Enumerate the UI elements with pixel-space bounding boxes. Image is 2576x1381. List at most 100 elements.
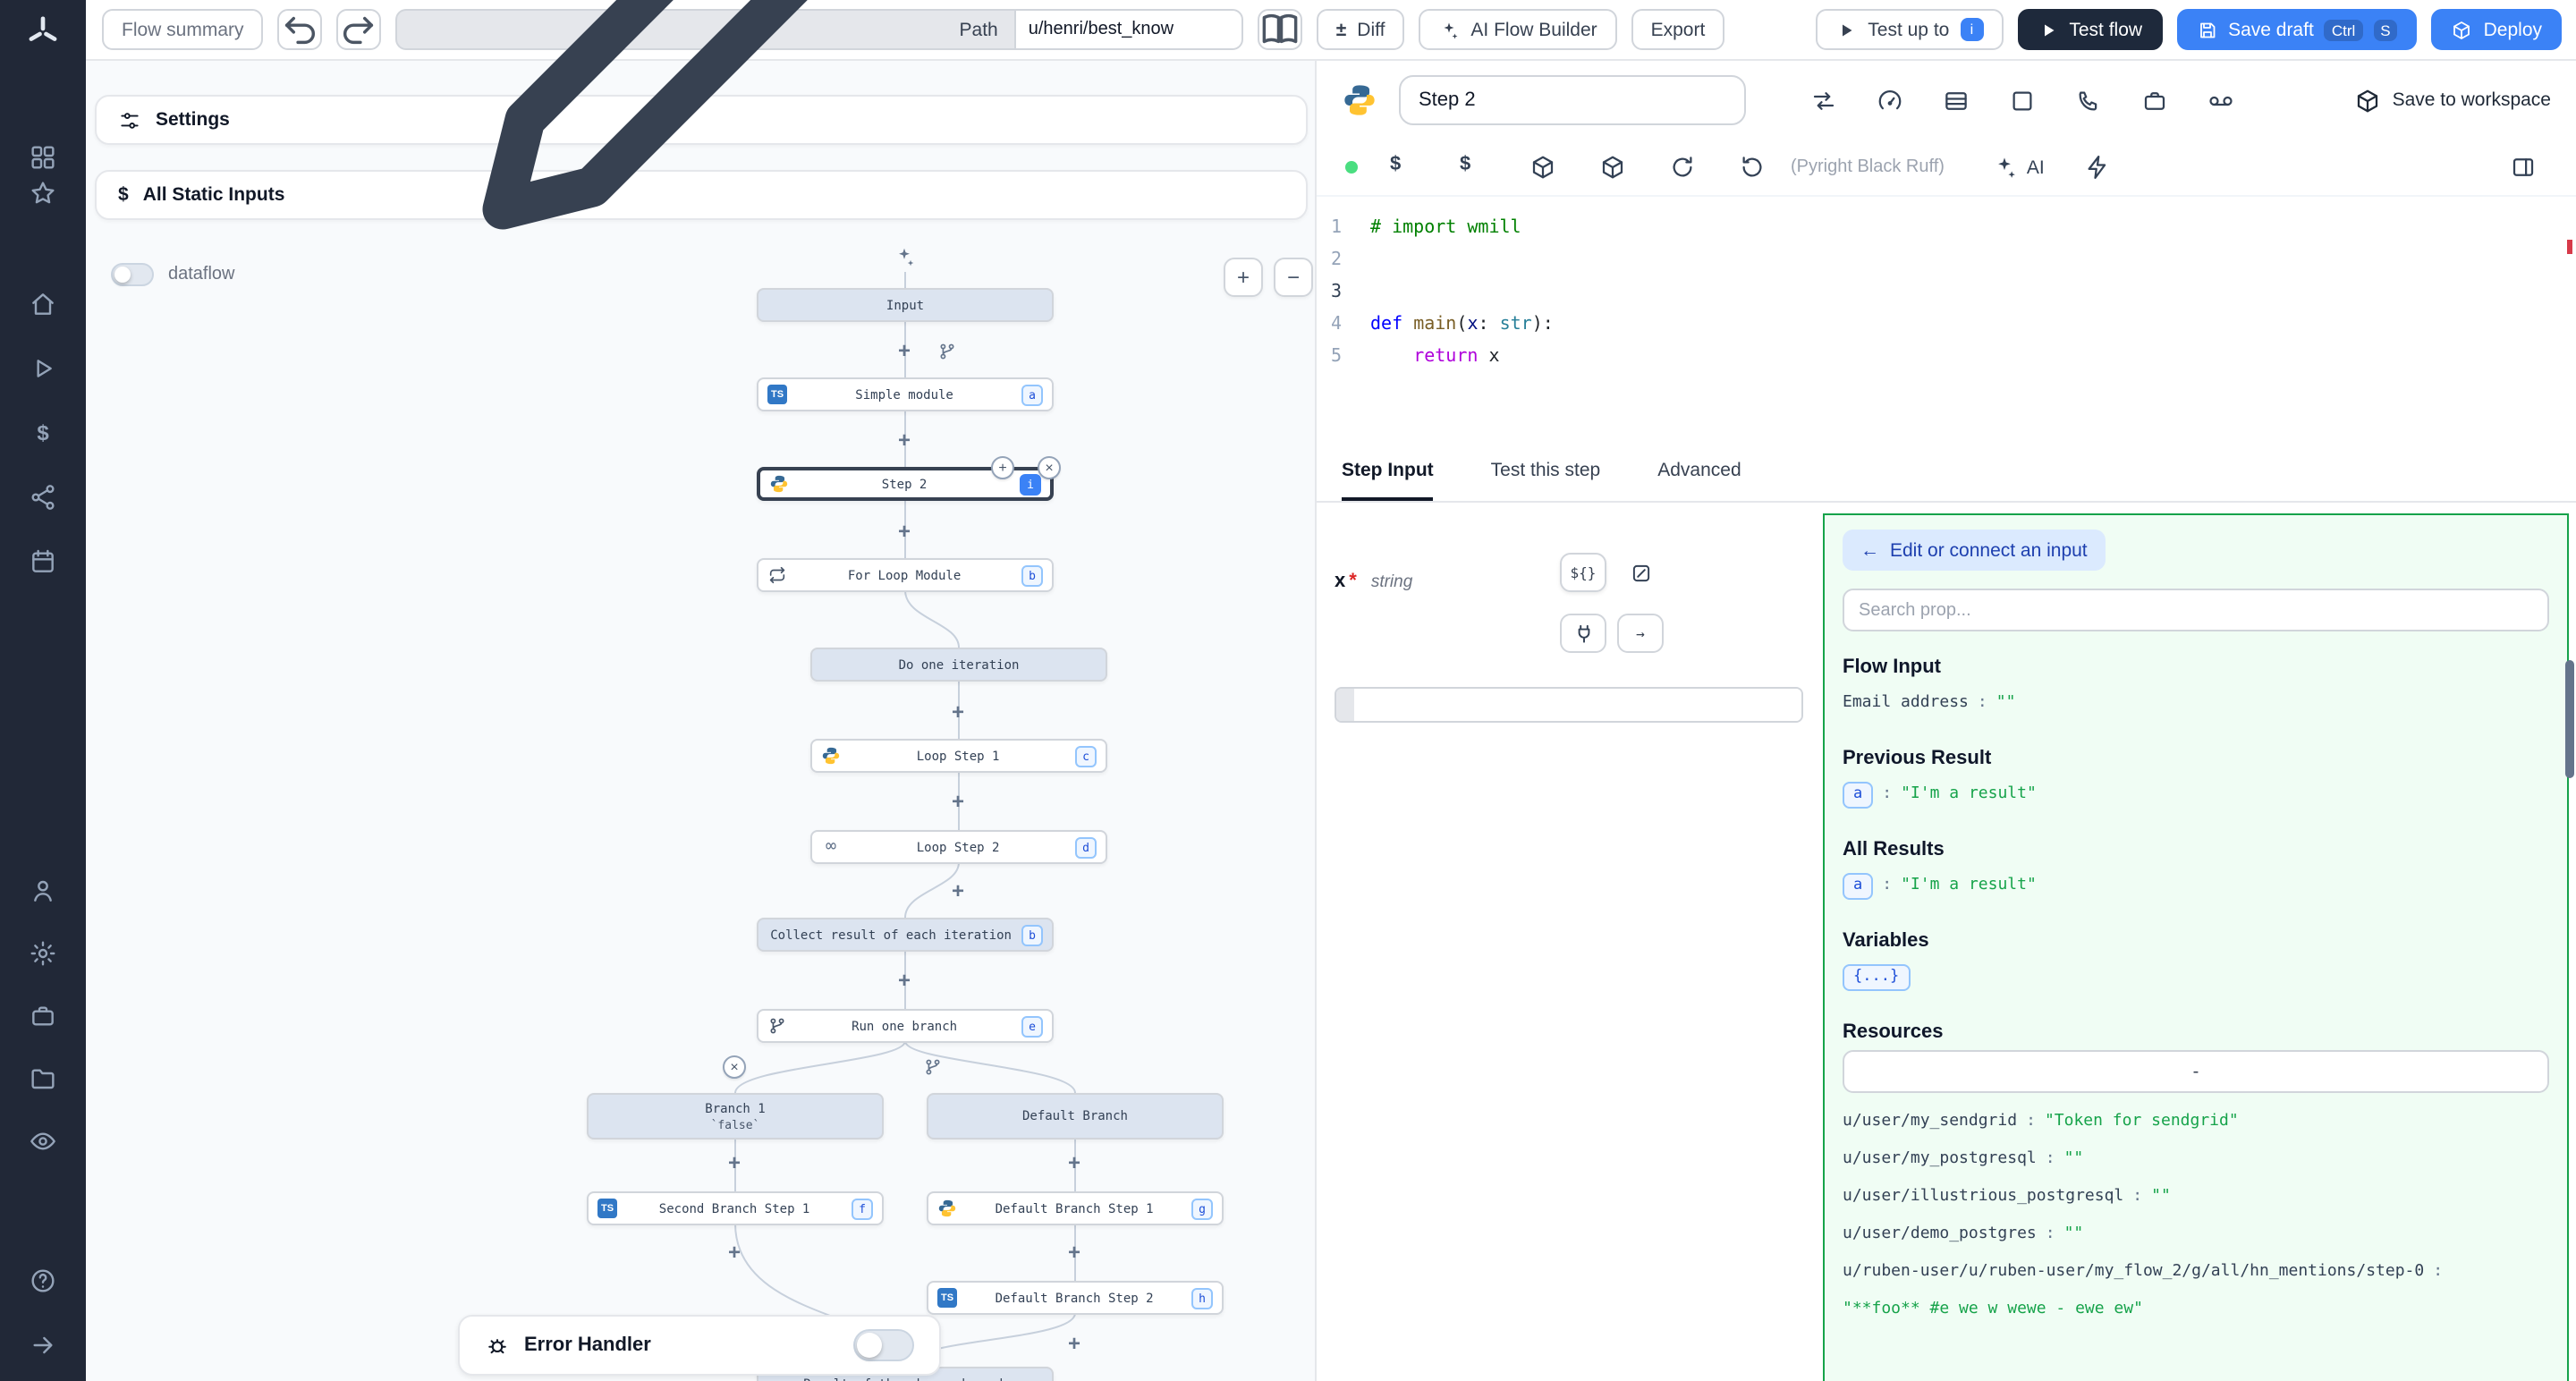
connect-prop-row[interactable]: u/user/my_sendgrid:"Token for sendgrid" bbox=[1843, 1104, 2549, 1141]
node-branch-1[interactable]: Branch 1 `false` bbox=[587, 1093, 884, 1140]
arrow-right-button[interactable]: → bbox=[1617, 614, 1664, 653]
dataflow-toggle[interactable] bbox=[111, 263, 154, 286]
redo-button[interactable] bbox=[337, 9, 382, 50]
add-step-button[interactable]: + bbox=[893, 970, 916, 993]
add-step-button[interactable]: + bbox=[723, 1152, 746, 1175]
resources-icon[interactable] bbox=[29, 483, 57, 512]
add-step-button[interactable]: + bbox=[946, 791, 970, 814]
zoom-in-button[interactable]: + bbox=[1224, 258, 1263, 297]
tab-test-this-step[interactable]: Test this step bbox=[1491, 442, 1601, 501]
history-icon[interactable] bbox=[1739, 154, 1766, 181]
node-loop-step-1[interactable]: Loop Step 1 c bbox=[810, 739, 1107, 773]
schedules-icon[interactable] bbox=[29, 547, 57, 576]
refresh-icon[interactable] bbox=[1669, 154, 1696, 181]
settings-icon[interactable] bbox=[29, 939, 57, 968]
tab-step-input[interactable]: Step Input bbox=[1342, 442, 1434, 501]
tab-advanced[interactable]: Advanced bbox=[1657, 442, 1741, 501]
node-default-branch[interactable]: Default Branch bbox=[927, 1093, 1224, 1140]
add-step-button[interactable]: + bbox=[1063, 1152, 1086, 1175]
swap-icon[interactable] bbox=[1810, 87, 1837, 114]
node-default-branch-step-2[interactable]: TS Default Branch Step 2 h bbox=[927, 1281, 1224, 1315]
connect-prop-row[interactable]: Email address:"" bbox=[1843, 685, 2549, 723]
node-second-branch-step-1[interactable]: TS Second Branch Step 1 f bbox=[587, 1191, 884, 1225]
test-flow-button[interactable]: Test flow bbox=[2017, 9, 2162, 50]
package-icon[interactable] bbox=[1530, 154, 1556, 181]
add-step-button[interactable]: + bbox=[1063, 1333, 1086, 1356]
javascript-mode-button[interactable] bbox=[1617, 553, 1664, 592]
connect-prop-row[interactable]: "**foo** #e we w wewe - ewe ew" bbox=[1843, 1292, 2549, 1329]
variables-icon[interactable]: $ bbox=[29, 419, 57, 447]
code-line[interactable]: 4def main(x: str): bbox=[1317, 308, 2576, 340]
apps-icon[interactable] bbox=[29, 143, 57, 172]
square-icon[interactable] bbox=[2009, 87, 2036, 114]
path-edit-button[interactable]: Path bbox=[396, 9, 1014, 50]
add-branch-icon[interactable] bbox=[937, 342, 957, 361]
voicemail-icon[interactable] bbox=[2207, 87, 2234, 114]
zap-icon[interactable] bbox=[2084, 154, 2111, 181]
ai-assistant-button[interactable]: AI bbox=[1991, 154, 2045, 181]
connect-prop-row[interactable]: a:"I'm a result" bbox=[1843, 868, 2549, 905]
panel-toggle-icon[interactable] bbox=[2510, 154, 2537, 181]
save-to-workspace-button[interactable]: Save to workspace bbox=[2355, 87, 2551, 114]
plug-button[interactable] bbox=[1560, 614, 1606, 653]
connect-prop-row[interactable]: u/user/illustrious_postgresql:"" bbox=[1843, 1179, 2549, 1216]
workers-icon[interactable] bbox=[29, 1002, 57, 1030]
docs-button[interactable] bbox=[1258, 9, 1302, 50]
add-step-button[interactable]: + bbox=[1063, 1241, 1086, 1265]
node-run-one-branch[interactable]: Run one branch e bbox=[757, 1009, 1054, 1043]
node-simple-module[interactable]: TS Simple module a bbox=[757, 377, 1054, 411]
folders-icon[interactable] bbox=[29, 1064, 57, 1093]
package-icon[interactable] bbox=[1599, 154, 1626, 181]
audit-icon[interactable] bbox=[29, 1127, 57, 1156]
code-line[interactable]: 2 bbox=[1317, 243, 2576, 275]
save-draft-button[interactable]: Save draft Ctrl S bbox=[2176, 9, 2418, 50]
connect-prop-row[interactable]: a:"I'm a result" bbox=[1843, 776, 2549, 814]
home-icon[interactable] bbox=[29, 290, 57, 318]
code-line[interactable]: 3 bbox=[1317, 275, 2576, 308]
node-for-loop[interactable]: For Loop Module b bbox=[757, 558, 1054, 592]
gauge-icon[interactable] bbox=[1877, 87, 1903, 114]
runs-icon[interactable] bbox=[29, 354, 57, 383]
dollar-icon[interactable]: $ bbox=[1460, 154, 1487, 181]
add-step-button[interactable]: + bbox=[893, 429, 916, 453]
arg-value-input[interactable] bbox=[1354, 689, 1801, 721]
connect-prop-row[interactable]: u/user/my_postgresql:"" bbox=[1843, 1141, 2549, 1179]
search-prop-input[interactable] bbox=[1843, 589, 2549, 631]
code-line[interactable]: 5 return x bbox=[1317, 340, 2576, 372]
edit-or-connect-button[interactable]: ← Edit or connect an input bbox=[1843, 530, 2106, 571]
flow-summary-button[interactable]: Flow summary bbox=[102, 9, 264, 50]
add-step-button[interactable]: + bbox=[893, 340, 916, 363]
add-step-button[interactable]: + bbox=[723, 1241, 746, 1265]
add-step-button[interactable]: + bbox=[946, 880, 970, 903]
add-step-button[interactable]: + bbox=[893, 521, 916, 544]
add-step-button[interactable]: + bbox=[946, 701, 970, 724]
node-collect-result[interactable]: Collect result of each iteration b bbox=[757, 918, 1054, 952]
resource-type-select[interactable]: - bbox=[1843, 1050, 2549, 1093]
error-handler-panel[interactable]: Error Handler bbox=[458, 1315, 941, 1376]
connect-prop-row[interactable]: u/user/demo_postgres:"" bbox=[1843, 1216, 2549, 1254]
workers-icon[interactable] bbox=[2141, 87, 2168, 114]
error-handler-toggle[interactable] bbox=[853, 1329, 914, 1361]
delete-step-button[interactable]: × bbox=[1038, 456, 1061, 479]
node-loop-step-2[interactable]: ∞ Loop Step 2 d bbox=[810, 830, 1107, 864]
connect-prop-row[interactable]: {...} bbox=[1843, 959, 2549, 996]
phone-icon[interactable] bbox=[2075, 87, 2102, 114]
help-icon[interactable] bbox=[29, 1267, 57, 1295]
step-title-input[interactable] bbox=[1399, 75, 1746, 125]
insert-step-button[interactable]: + bbox=[991, 456, 1014, 479]
diff-button[interactable]: ± Diff bbox=[1317, 9, 1405, 50]
add-branch-icon[interactable] bbox=[923, 1057, 943, 1077]
node-default-branch-step-1[interactable]: Default Branch Step 1 g bbox=[927, 1191, 1224, 1225]
connect-prop-row[interactable]: u/ruben-user/u/ruben-user/my_flow_2/g/al… bbox=[1843, 1254, 2549, 1292]
zoom-out-button[interactable]: − bbox=[1274, 258, 1313, 297]
drag-handle[interactable] bbox=[1336, 689, 1354, 721]
collapse-icon[interactable] bbox=[29, 1331, 57, 1360]
scrollbar-thumb[interactable] bbox=[2565, 660, 2574, 778]
users-icon[interactable] bbox=[29, 877, 57, 905]
ai-flow-builder-button[interactable]: AI Flow Builder bbox=[1419, 9, 1616, 50]
remove-branch-button[interactable]: × bbox=[723, 1055, 746, 1079]
code-line[interactable]: 1# import wmill bbox=[1317, 211, 2576, 243]
star-icon[interactable] bbox=[29, 179, 57, 208]
code-editor[interactable]: 1# import wmill234def main(x: str):5 ret… bbox=[1317, 211, 2576, 444]
template-mode-button[interactable]: ${} bbox=[1560, 553, 1606, 592]
